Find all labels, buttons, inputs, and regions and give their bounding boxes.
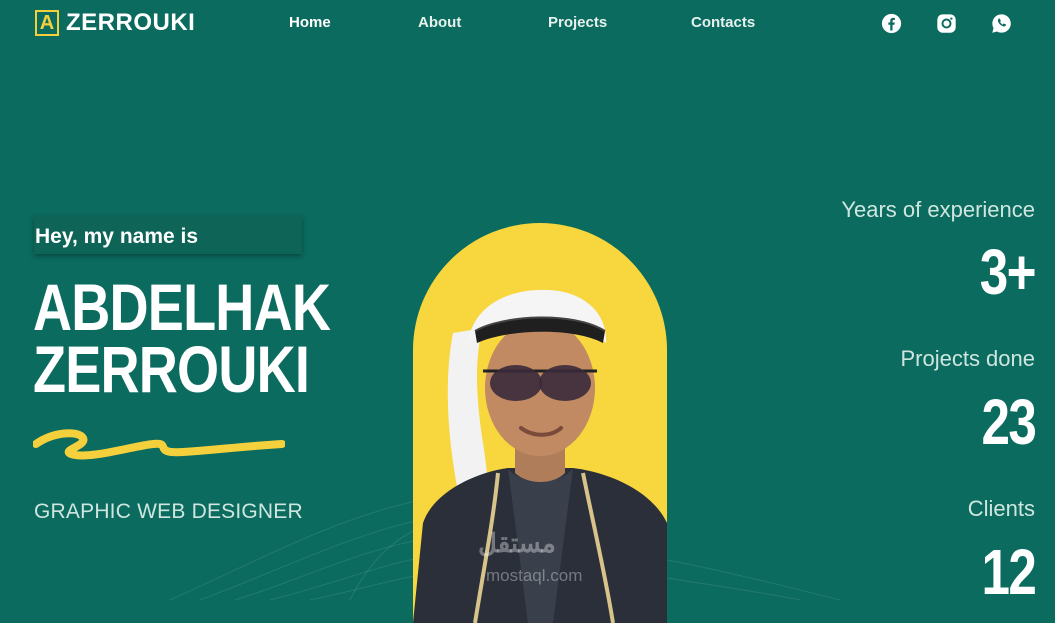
- stat-label-clients: Clients: [967, 496, 1035, 521]
- nav-about[interactable]: About: [418, 14, 461, 31]
- watermark-latin: mostaql.com: [486, 566, 583, 585]
- last-name: ZERROUKI: [33, 332, 310, 406]
- nav-contacts[interactable]: Contacts: [691, 14, 755, 31]
- site-logo[interactable]: A ZERROUKI: [35, 9, 195, 37]
- stat-value-projects: 23: [981, 386, 1036, 458]
- stat-value-clients: 12: [981, 536, 1036, 608]
- stat-label-experience: Years of experience: [841, 197, 1035, 222]
- facebook-icon[interactable]: [881, 13, 902, 34]
- first-name: ABDELHAK: [33, 270, 331, 344]
- yellow-squiggle-decoration: [33, 429, 285, 460]
- profile-photo: [413, 223, 667, 623]
- logo-mark: A: [35, 10, 59, 36]
- greeting-box: Hey, my name is: [34, 216, 302, 254]
- whatsapp-icon[interactable]: [991, 13, 1012, 34]
- nav-home[interactable]: Home: [289, 14, 331, 31]
- hero-name: ABDELHAK ZERROUKI: [33, 270, 331, 406]
- site-header: A ZERROUKI Home About Projects Contacts: [0, 0, 1055, 48]
- stat-label-projects: Projects done: [900, 346, 1035, 371]
- nav-projects[interactable]: Projects: [548, 14, 607, 31]
- portrait-illustration: [413, 289, 667, 623]
- greeting-text: Hey, my name is: [35, 225, 199, 248]
- watermark-arabic: مستقل: [478, 528, 556, 558]
- instagram-icon[interactable]: [936, 13, 957, 34]
- logo-text: ZERROUKI: [66, 9, 196, 36]
- stat-value-experience: 3+: [979, 236, 1037, 308]
- role-title: GRAPHIC WEB DESIGNER: [34, 500, 303, 523]
